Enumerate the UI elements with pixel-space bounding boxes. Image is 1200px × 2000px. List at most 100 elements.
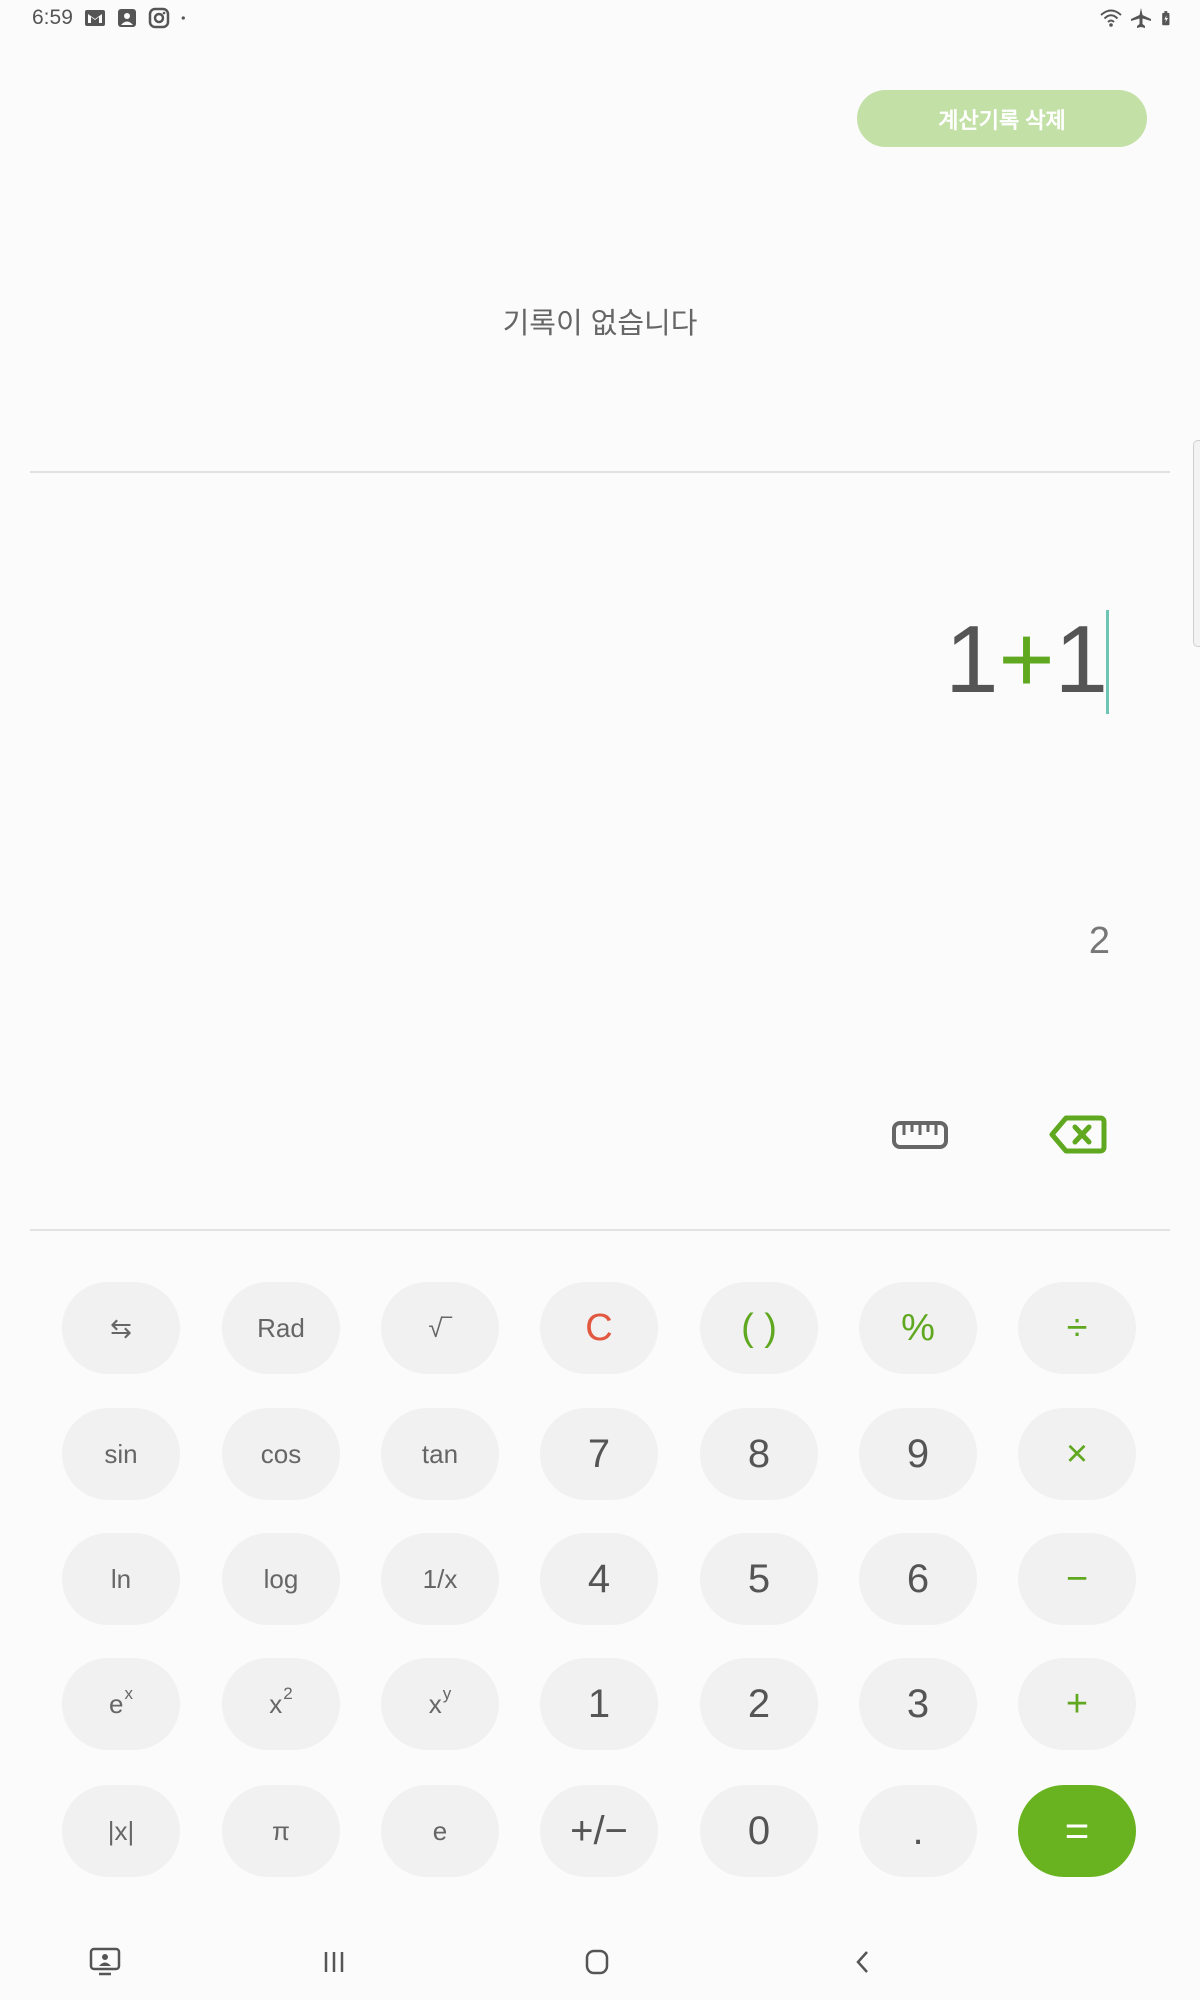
battery-icon — [1162, 11, 1170, 26]
square-key[interactable]: x2 — [222, 1658, 340, 1750]
status-right-icons — [1100, 7, 1176, 29]
key-label: 8 — [747, 1431, 771, 1476]
key-label: ⇆ — [110, 1312, 132, 1343]
key-label: 1/x — [422, 1563, 458, 1594]
digit-8-key[interactable]: 8 — [700, 1408, 818, 1500]
key-label: + — [1065, 1682, 1089, 1725]
key-label: − — [1065, 1557, 1089, 1600]
status-bar: 6:59 — [0, 0, 1200, 40]
result-preview: 2 — [1088, 920, 1110, 962]
expression-operand: 1 — [945, 606, 999, 713]
key-superscript: y — [442, 1684, 452, 1703]
swap-keypad-key[interactable]: ⇆ — [62, 1282, 180, 1374]
key-superscript: 2 — [283, 1684, 293, 1703]
parentheses-key[interactable]: ( ) — [700, 1282, 818, 1374]
key-label: × — [1065, 1432, 1089, 1475]
key-label: Rad — [257, 1312, 305, 1343]
digit-9-key[interactable]: 9 — [859, 1408, 977, 1500]
sqrt-key[interactable]: √‾ — [381, 1282, 499, 1374]
euler-key[interactable]: e — [381, 1785, 499, 1877]
recents-icon — [324, 1952, 344, 1972]
expression-display[interactable]: 1+1 — [945, 600, 1108, 720]
decimal-key[interactable]: . — [859, 1785, 977, 1877]
divide-key[interactable]: ÷ — [1018, 1282, 1136, 1374]
status-time: 6:59 — [32, 6, 73, 29]
ruler-icon — [892, 1121, 948, 1149]
key-label: % — [901, 1306, 935, 1349]
pi-key[interactable]: π — [222, 1785, 340, 1877]
home-icon — [585, 1949, 609, 1975]
keypad-divider — [30, 1229, 1170, 1231]
exp-key[interactable]: ex — [62, 1658, 180, 1750]
digit-5-key[interactable]: 5 — [700, 1533, 818, 1625]
empty-history-message: 기록이 없습니다 — [502, 308, 698, 340]
key-label: C — [585, 1306, 613, 1349]
key-label: x — [428, 1688, 442, 1719]
key-label: log — [263, 1563, 299, 1594]
multiply-key[interactable]: × — [1018, 1408, 1136, 1500]
key-label: . — [912, 1808, 924, 1853]
equals-key[interactable]: = — [1018, 1785, 1136, 1877]
key-label: |x| — [107, 1815, 135, 1846]
key-label: ( ) — [741, 1306, 777, 1349]
history-divider — [30, 471, 1170, 473]
digit-6-key[interactable]: 6 — [859, 1533, 977, 1625]
key-label: 5 — [747, 1556, 771, 1601]
cos-key[interactable]: cos — [222, 1408, 340, 1500]
key-label: +/− — [570, 1808, 628, 1853]
expression-operator: + — [998, 606, 1055, 713]
back-nav-button[interactable] — [838, 1942, 888, 1982]
log-key[interactable]: log — [222, 1533, 340, 1625]
rad-key[interactable]: Rad — [222, 1282, 340, 1374]
percent-key[interactable]: % — [859, 1282, 977, 1374]
recent-screens-icon — [89, 1947, 121, 1976]
expression-operand: 1 — [1054, 606, 1108, 713]
key-label: ÷ — [1066, 1306, 1088, 1349]
key-label: 7 — [587, 1431, 611, 1476]
plus-key[interactable]: + — [1018, 1658, 1136, 1750]
clear-history-button[interactable]: 계산기록 삭제 — [857, 90, 1147, 147]
gmail-icon — [85, 10, 105, 26]
key-label: 1 — [587, 1681, 611, 1726]
recents-nav-button[interactable] — [309, 1942, 359, 1982]
digit-7-key[interactable]: 7 — [540, 1408, 658, 1500]
minus-key[interactable]: − — [1018, 1533, 1136, 1625]
clear-key[interactable]: C — [540, 1282, 658, 1374]
sign-toggle-key[interactable]: +/− — [540, 1785, 658, 1877]
digit-3-key[interactable]: 3 — [859, 1658, 977, 1750]
key-label: e — [432, 1815, 448, 1846]
side-panel-handle[interactable] — [1193, 440, 1200, 647]
backspace-icon — [1049, 1115, 1107, 1154]
backspace-button[interactable] — [1048, 1112, 1108, 1157]
abs-key[interactable]: |x| — [62, 1785, 180, 1877]
power-key[interactable]: xy — [381, 1658, 499, 1750]
sin-key[interactable]: sin — [62, 1408, 180, 1500]
key-label: 3 — [906, 1681, 930, 1726]
key-label: sin — [104, 1438, 138, 1469]
home-nav-button[interactable] — [572, 1942, 622, 1982]
digit-2-key[interactable]: 2 — [700, 1658, 818, 1750]
key-label: ln — [110, 1563, 132, 1594]
reciprocal-key[interactable]: 1/x — [381, 1533, 499, 1625]
image-notification-icon — [118, 9, 136, 27]
instagram-icon — [148, 7, 170, 29]
key-label: π — [272, 1815, 290, 1846]
key-label: e — [109, 1688, 124, 1719]
key-label: 0 — [747, 1808, 771, 1853]
key-label: 6 — [906, 1556, 930, 1601]
digit-1-key[interactable]: 1 — [540, 1658, 658, 1750]
text-cursor — [1106, 610, 1109, 714]
notification-dot-icon — [181, 16, 185, 20]
ln-key[interactable]: ln — [62, 1533, 180, 1625]
digit-0-key[interactable]: 0 — [700, 1785, 818, 1877]
airplane-mode-icon — [1131, 8, 1151, 28]
digit-4-key[interactable]: 4 — [540, 1533, 658, 1625]
tan-key[interactable]: tan — [381, 1408, 499, 1500]
screen-capture-nav-button[interactable] — [80, 1942, 130, 1982]
unit-converter-button[interactable] — [890, 1115, 950, 1155]
key-superscript: x — [124, 1684, 133, 1703]
wifi-icon — [1100, 9, 1122, 27]
key-label: 9 — [906, 1431, 930, 1476]
key-label: tan — [421, 1438, 459, 1469]
key-label: x — [269, 1688, 283, 1719]
